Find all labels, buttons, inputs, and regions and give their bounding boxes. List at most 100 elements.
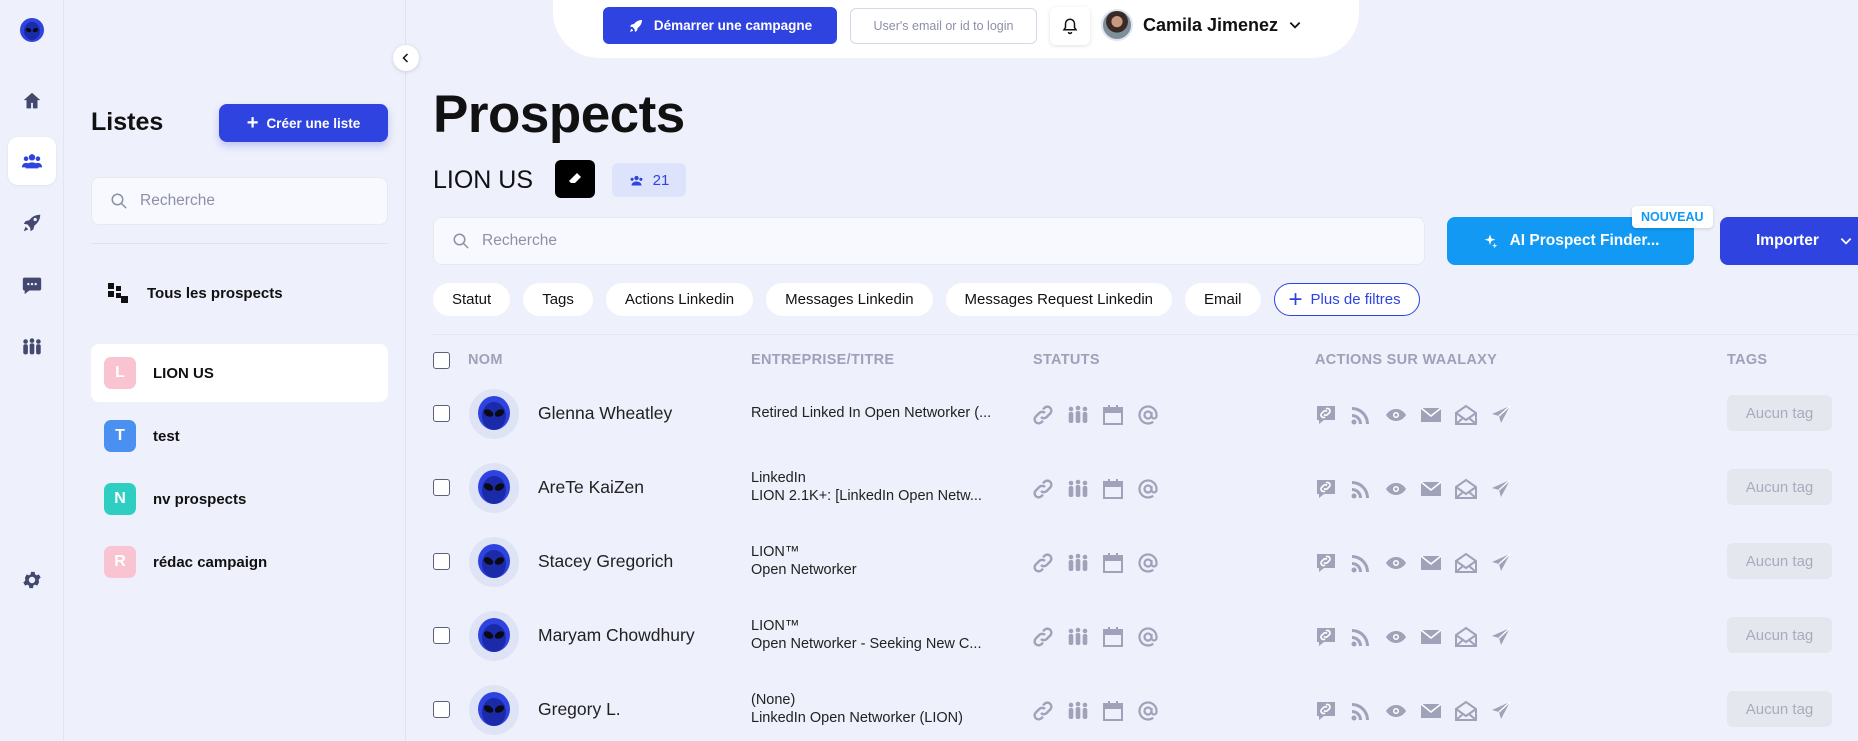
prospect-avatar[interactable]: [469, 463, 519, 513]
table-row[interactable]: Glenna Wheatley Retired Linked In Open Ne…: [433, 377, 1858, 451]
tag-badge[interactable]: Aucun tag: [1727, 543, 1832, 579]
link-icon[interactable]: [1031, 625, 1055, 649]
prospect-name[interactable]: Glenna Wheatley: [538, 403, 672, 424]
lists-search-input[interactable]: Recherche: [91, 177, 388, 225]
tag-badge[interactable]: Aucun tag: [1727, 395, 1832, 431]
list-item-r-dac-campaign[interactable]: Rrédac campaign: [91, 533, 388, 591]
calendar-icon[interactable]: [1101, 625, 1125, 649]
notifications-button[interactable]: [1050, 7, 1090, 45]
filter-chip-messages-linkedin[interactable]: Messages Linkedin: [766, 283, 933, 316]
mail-open-icon[interactable]: [1454, 477, 1478, 501]
list-item-lion-us[interactable]: L LION US: [91, 344, 388, 402]
calendar-icon[interactable]: [1101, 551, 1125, 575]
link-icon[interactable]: [1031, 551, 1055, 575]
table-row[interactable]: AreTe KaiZen LinkedIn LION 2.1K+: [LinkedI…: [433, 451, 1858, 525]
row-checkbox[interactable]: [433, 479, 450, 496]
rss-icon[interactable]: [1349, 551, 1373, 575]
team-icon[interactable]: [1066, 551, 1090, 575]
send-icon[interactable]: [1489, 625, 1513, 649]
row-checkbox[interactable]: [433, 701, 450, 718]
mail-open-icon[interactable]: [1454, 625, 1478, 649]
mail-icon[interactable]: [1419, 477, 1443, 501]
filter-chip-actions-linkedin[interactable]: Actions Linkedin: [605, 283, 754, 316]
at-icon[interactable]: [1136, 625, 1160, 649]
at-icon[interactable]: [1136, 551, 1160, 575]
team-icon[interactable]: [1066, 477, 1090, 501]
tag-badge[interactable]: Aucun tag: [1727, 469, 1832, 505]
row-checkbox[interactable]: [433, 553, 450, 570]
rss-icon[interactable]: [1349, 625, 1373, 649]
eye-icon[interactable]: [1384, 477, 1408, 501]
link-icon[interactable]: [1031, 477, 1055, 501]
prospect-avatar[interactable]: [469, 685, 519, 735]
rss-icon[interactable]: [1349, 403, 1373, 427]
prospects-search-input[interactable]: Recherche: [433, 217, 1425, 265]
table-row[interactable]: Maryam Chowdhury LION™ Open Networker - Se…: [433, 599, 1858, 673]
rss-icon[interactable]: [1349, 699, 1373, 723]
mail-icon[interactable]: [1419, 625, 1443, 649]
send-icon[interactable]: [1489, 403, 1513, 427]
mail-open-icon[interactable]: [1454, 403, 1478, 427]
team-icon[interactable]: [1066, 625, 1090, 649]
message-link-icon[interactable]: [1314, 625, 1338, 649]
settings-nav[interactable]: [8, 556, 56, 604]
list-item-test[interactable]: Ttest: [91, 407, 388, 465]
all-prospects-item[interactable]: Tous les prospects: [91, 271, 388, 315]
team-icon[interactable]: [1066, 403, 1090, 427]
message-link-icon[interactable]: [1314, 551, 1338, 575]
waalaxy-logo-icon[interactable]: [19, 17, 45, 43]
more-filters-button[interactable]: + Plus de filtres: [1273, 283, 1420, 316]
prospect-avatar[interactable]: [469, 389, 519, 439]
prospect-name[interactable]: AreTe KaiZen: [538, 477, 644, 498]
message-link-icon[interactable]: [1314, 403, 1338, 427]
rss-icon[interactable]: [1349, 477, 1373, 501]
login-as-input[interactable]: User's email or id to login: [850, 8, 1037, 44]
send-icon[interactable]: [1489, 477, 1513, 501]
team-icon[interactable]: [1066, 699, 1090, 723]
calendar-icon[interactable]: [1101, 699, 1125, 723]
tag-badge[interactable]: Aucun tag: [1727, 691, 1832, 727]
home-nav[interactable]: [8, 77, 56, 125]
calendar-icon[interactable]: [1101, 403, 1125, 427]
filter-chip-email[interactable]: Email: [1185, 283, 1261, 316]
eye-icon[interactable]: [1384, 551, 1408, 575]
send-icon[interactable]: [1489, 699, 1513, 723]
eye-icon[interactable]: [1384, 625, 1408, 649]
create-list-button[interactable]: + Créer une liste: [219, 104, 388, 142]
mail-icon[interactable]: [1419, 551, 1443, 575]
inbox-nav[interactable]: [8, 261, 56, 309]
prospect-name[interactable]: Stacey Gregorich: [538, 551, 673, 572]
tag-badge[interactable]: Aucun tag: [1727, 617, 1832, 653]
prospect-name[interactable]: Maryam Chowdhury: [538, 625, 695, 646]
eye-icon[interactable]: [1384, 699, 1408, 723]
row-checkbox[interactable]: [433, 627, 450, 644]
filter-chip-messages-request-linkedin[interactable]: Messages Request Linkedin: [945, 283, 1172, 316]
list-item-nv-prospects[interactable]: Nnv prospects: [91, 470, 388, 528]
filter-chip-statut[interactable]: Statut: [433, 283, 511, 316]
start-campaign-button[interactable]: Démarrer une campagne: [603, 7, 837, 44]
row-checkbox[interactable]: [433, 405, 450, 422]
select-all-checkbox[interactable]: [433, 352, 450, 369]
at-icon[interactable]: [1136, 477, 1160, 501]
filter-chip-tags[interactable]: Tags: [523, 283, 593, 316]
campaigns-nav[interactable]: [8, 199, 56, 247]
eye-icon[interactable]: [1384, 403, 1408, 427]
link-icon[interactable]: [1031, 403, 1055, 427]
mail-icon[interactable]: [1419, 403, 1443, 427]
prospect-avatar[interactable]: [469, 537, 519, 587]
table-row[interactable]: Gregory L. (None) LinkedIn Open Networker …: [433, 673, 1858, 741]
calendar-icon[interactable]: [1101, 477, 1125, 501]
prospect-avatar[interactable]: [469, 611, 519, 661]
message-link-icon[interactable]: [1314, 477, 1338, 501]
team-nav[interactable]: [8, 323, 56, 371]
import-button[interactable]: Importer: [1720, 217, 1858, 265]
user-menu[interactable]: Camila Jimenez: [1101, 9, 1302, 41]
mail-icon[interactable]: [1419, 699, 1443, 723]
message-link-icon[interactable]: [1314, 699, 1338, 723]
mail-open-icon[interactable]: [1454, 699, 1478, 723]
prospects-nav[interactable]: [8, 137, 56, 185]
send-icon[interactable]: [1489, 551, 1513, 575]
prospect-name[interactable]: Gregory L.: [538, 699, 621, 720]
edit-list-button[interactable]: [555, 160, 595, 198]
mail-open-icon[interactable]: [1454, 551, 1478, 575]
